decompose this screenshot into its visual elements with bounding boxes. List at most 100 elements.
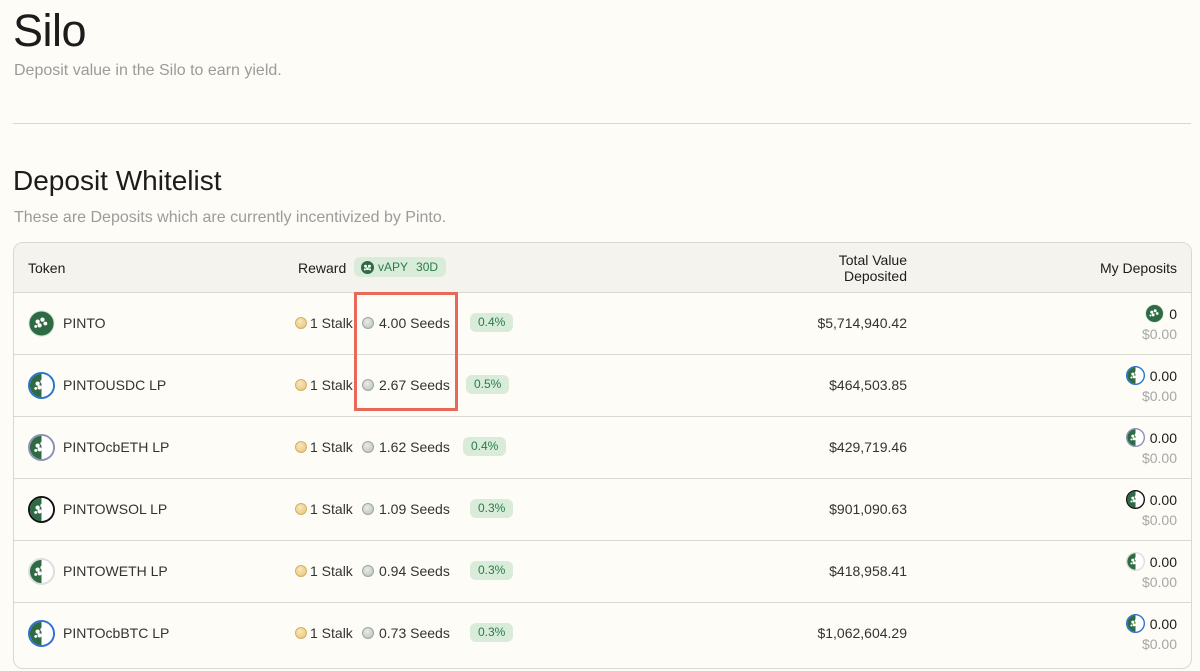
my-deposit-amount: 0.00 <box>1125 428 1177 447</box>
pintocbbtc-lp-icon <box>28 620 55 647</box>
stalk-label: 1 Stalk <box>310 439 353 455</box>
stalk-label: 1 Stalk <box>310 501 353 517</box>
stalk-reward: 1 Stalk <box>295 501 353 517</box>
seeds-icon <box>362 565 374 577</box>
stalk-label: 1 Stalk <box>310 625 353 641</box>
total-value-deposited: $464,503.85 <box>829 377 907 393</box>
section-subtitle: These are Deposits which are currently i… <box>14 209 447 226</box>
my-deposit-amount: 0.00 <box>1125 552 1177 571</box>
stalk-reward: 1 Stalk <box>295 563 353 579</box>
stalk-reward: 1 Stalk <box>295 377 353 393</box>
pintocbeth-lp-icon <box>28 434 55 461</box>
my-deposit-value: $0.00 <box>1141 450 1177 466</box>
pintousdc-lp-icon <box>28 372 55 399</box>
pinto-icon <box>361 260 374 274</box>
token-name: PINTOWSOL LP <box>63 501 168 517</box>
my-deposit-amount: 0.00 <box>1125 366 1177 385</box>
token-name: PINTOcbBTC LP <box>63 625 170 641</box>
stalk-label: 1 Stalk <box>310 563 353 579</box>
stalk-reward: 1 Stalk <box>295 625 353 641</box>
my-deposit-amount: 0 <box>1145 304 1177 323</box>
seeds-highlight-box <box>354 292 458 411</box>
total-value-deposited: $1,062,604.29 <box>817 625 907 641</box>
apy-badge: 0.3% <box>470 561 514 580</box>
table-row[interactable]: PINTOcbBTC LP 1 Stalk 0.73 Seeds 0.3% $1,062… <box>14 603 1191 664</box>
my-amount: 0.00 <box>1149 367 1177 384</box>
apy-badge: 0.4% <box>470 313 514 332</box>
seeds-label: 1.62 Seeds <box>379 439 450 455</box>
apy-badge: 0.3% <box>470 499 514 518</box>
section-title: Deposit Whitelist <box>13 165 222 196</box>
token-name: PINTOWETH LP <box>63 563 168 579</box>
stalk-icon <box>295 565 307 577</box>
vapy-period: 30D <box>416 260 439 274</box>
stalk-label: 1 Stalk <box>310 315 353 331</box>
my-amount: 0.00 <box>1149 491 1177 508</box>
vapy-label: vAPY <box>378 260 409 274</box>
seeds-reward: 0.94 Seeds <box>362 563 450 579</box>
seeds-label: 0.94 Seeds <box>379 563 450 579</box>
pintowsol-lp-icon <box>1125 490 1145 509</box>
my-amount: 0.00 <box>1149 615 1177 632</box>
stalk-reward: 1 Stalk <box>295 439 353 455</box>
my-deposit-amount: 0.00 <box>1125 490 1177 509</box>
table-row[interactable]: PINTO 1 Stalk 4.00 Seeds 0.4% $5,714,940.42 0… <box>14 293 1191 355</box>
stalk-icon <box>295 627 307 639</box>
total-value-deposited: $901,090.63 <box>829 501 907 517</box>
header-my-deposits[interactable]: My Deposits <box>1100 260 1177 276</box>
apy-badge: 0.3% <box>470 623 514 642</box>
header-token[interactable]: Token <box>28 260 65 276</box>
pintocbeth-lp-icon <box>1125 428 1145 447</box>
my-deposit-amount: 0.00 <box>1125 614 1177 633</box>
header-total-value[interactable]: Total Value Deposited <box>787 252 907 284</box>
seeds-reward: 1.62 Seeds <box>362 439 450 455</box>
my-amount: 0 <box>1169 305 1177 322</box>
seeds-label: 0.73 Seeds <box>379 625 450 641</box>
deposit-whitelist-table: Token Reward vAPY 30D Total Value Deposi… <box>13 242 1192 669</box>
seeds-icon <box>362 441 374 453</box>
page-subtitle: Deposit value in the Silo to earn yield. <box>14 62 282 79</box>
stalk-reward: 1 Stalk <box>295 315 353 331</box>
my-deposit-value: $0.00 <box>1141 512 1177 528</box>
header-total-line1: Total Value <box>838 252 907 268</box>
token-name: PINTOcbETH LP <box>63 439 170 455</box>
header-reward[interactable]: Reward <box>298 260 346 276</box>
my-amount: 0.00 <box>1149 429 1177 446</box>
pintoweth-lp-icon <box>28 558 55 585</box>
total-value-deposited: $5,714,940.42 <box>817 315 907 331</box>
pintousdc-lp-icon <box>1125 366 1145 385</box>
header-total-line2: Deposited <box>843 268 907 284</box>
seeds-label: 1.09 Seeds <box>379 501 450 517</box>
pintowsol-lp-icon <box>28 496 55 523</box>
divider <box>13 123 1191 124</box>
table-header: Token Reward vAPY 30D Total Value Deposi… <box>14 243 1191 293</box>
total-value-deposited: $418,958.41 <box>829 563 907 579</box>
stalk-label: 1 Stalk <box>310 377 353 393</box>
page-title: Silo <box>13 5 87 56</box>
token-name: PINTO <box>63 315 106 331</box>
my-deposit-value: $0.00 <box>1141 388 1177 404</box>
stalk-icon <box>295 379 307 391</box>
seeds-icon <box>362 503 374 515</box>
pinto-icon <box>1145 304 1164 323</box>
my-deposit-value: $0.00 <box>1141 574 1177 590</box>
token-name: PINTOUSDC LP <box>63 377 167 393</box>
pintocbbtc-lp-icon <box>1125 614 1145 633</box>
pintoweth-lp-icon <box>1125 552 1145 571</box>
stalk-icon <box>295 441 307 453</box>
apy-badge: 0.5% <box>466 375 510 394</box>
my-deposit-value: $0.00 <box>1141 326 1177 342</box>
table-row[interactable]: PINTOUSDC LP 1 Stalk 2.67 Seeds 0.5% $464,50… <box>14 355 1191 417</box>
seeds-reward: 0.73 Seeds <box>362 625 450 641</box>
stalk-icon <box>295 317 307 329</box>
table-row[interactable]: PINTOWETH LP 1 Stalk 0.94 Seeds 0.3% $418,95… <box>14 541 1191 603</box>
vapy-toggle[interactable]: vAPY 30D <box>354 257 446 277</box>
seeds-reward: 1.09 Seeds <box>362 501 450 517</box>
my-deposit-value: $0.00 <box>1141 636 1177 652</box>
table-row[interactable]: PINTOWSOL LP 1 Stalk 1.09 Seeds 0.3% $901,09… <box>14 479 1191 541</box>
seeds-icon <box>362 627 374 639</box>
table-row[interactable]: PINTOcbETH LP 1 Stalk 1.62 Seeds 0.4% $429,7… <box>14 417 1191 479</box>
total-value-deposited: $429,719.46 <box>829 439 907 455</box>
apy-badge: 0.4% <box>463 437 507 456</box>
stalk-icon <box>295 503 307 515</box>
